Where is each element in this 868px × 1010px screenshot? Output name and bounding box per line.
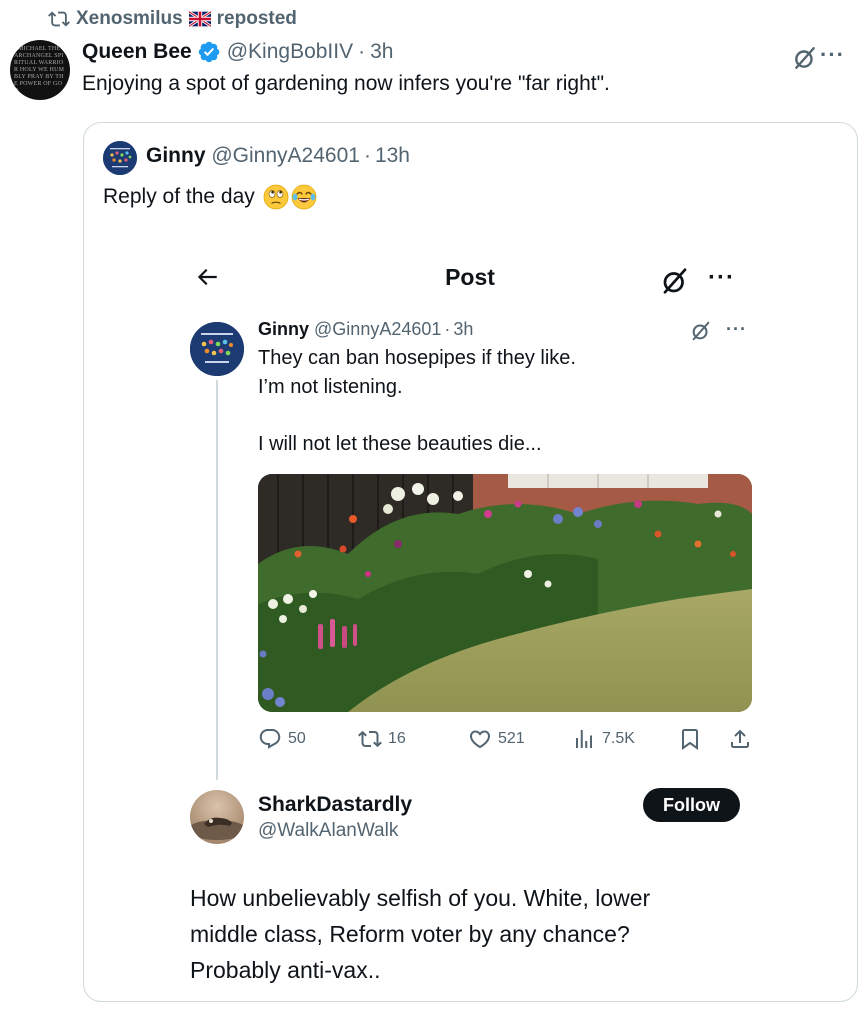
repost-user[interactable]: Xenosmilus [76,8,183,30]
rolling-eyes-emoji-icon [263,184,289,210]
quoted-author-handle[interactable]: @GinnyA24601 [211,144,360,167]
repost-action[interactable]: 16 [358,727,406,751]
retweet-icon [358,730,382,748]
views-count: 7.5K [602,730,635,747]
main-author-handle[interactable]: @KingBobIIV [227,40,353,64]
uk-flag-icon [188,10,211,28]
laughing-tears-emoji-icon [291,184,317,210]
main-author-name[interactable]: Queen Bee [82,40,192,64]
like-count: 521 [498,730,525,747]
quoted-post-text-row: Reply of the day [103,184,317,210]
inner-author-name[interactable]: Ginny [258,319,309,339]
inner-post-line-2: I’m not listening. [258,376,403,398]
garden-photo-art [258,474,752,712]
reply-icon [259,729,281,749]
main-post-text: Enjoying a spot of gardening now infers … [82,72,610,95]
views-chart-icon [576,730,592,748]
embedded-grok-icon[interactable] [660,266,690,296]
verified-badge-icon [198,41,219,63]
thread-connector-line [216,380,218,780]
reply-text-line-3: Probably anti-vax.. [190,957,381,983]
repost-count: 16 [388,730,406,747]
quoted-post-text: Reply of the day [103,185,255,208]
main-avatar-text: I MICHAEL THE ARCHANGEL SPIRITUAL WARRIO… [14,46,65,94]
main-post-header: Queen Bee @KingBobIIV · 3h [82,40,393,64]
reply-action[interactable]: 50 [258,727,306,751]
inner-post-line-3: I will not let these beauties die... [258,433,542,455]
inner-avatar-art [190,322,244,376]
main-more-icon[interactable]: ··· [820,44,845,66]
post-action-bar: 50 16 521 7.5K [258,727,752,755]
inner-timestamp[interactable]: 3h [453,319,473,339]
grok-icon[interactable] [792,45,818,71]
inner-post-avatar[interactable] [190,322,244,376]
main-separator: · [358,40,366,63]
main-timestamp[interactable]: 3h [370,40,393,64]
inner-separator: · [444,319,451,339]
inner-post-line-1: They can ban hosepipes if they like. [258,347,576,369]
garden-photo[interactable] [258,474,752,712]
reply-count: 50 [288,730,306,747]
inner-grok-icon[interactable] [690,320,712,342]
inner-more-icon[interactable]: ··· [726,320,747,338]
quoted-timestamp[interactable]: 13h [375,144,410,167]
heart-icon [469,730,491,749]
follow-button[interactable]: Follow [643,788,740,822]
quoted-author-name[interactable]: Ginny [146,144,206,167]
inner-author-handle[interactable]: @GinnyA24601 [314,319,441,339]
share-icon[interactable] [728,727,752,751]
quoted-avatar[interactable] [103,141,137,175]
embedded-more-icon[interactable]: ··· [708,266,735,290]
main-avatar[interactable]: I MICHAEL THE ARCHANGEL SPIRITUAL WARRIO… [10,40,70,100]
repost-icon [48,11,70,27]
reply-text-line-1: How unbelievably selfish of you. White, … [190,885,651,911]
repost-label: reposted [216,8,297,29]
quoted-separator: · [363,144,371,167]
repost-indicator: Xenosmilus reposted [48,8,297,30]
reply-text-line-2: middle class, Reform voter by any chance… [190,921,630,947]
like-action[interactable]: 521 [468,727,525,751]
quoted-post-header: Ginny @GinnyA24601 · 13h [146,144,410,168]
reply-author-handle[interactable]: @WalkAlanWalk [258,820,398,842]
quoted-avatar-art [103,141,137,175]
inner-post-header: Ginny @GinnyA24601 · 3h [258,319,473,340]
bookmark-icon[interactable] [678,727,702,751]
reply-author-avatar[interactable] [190,790,244,844]
views-action[interactable]: 7.5K [572,727,635,751]
reply-avatar-art [190,790,244,844]
reply-author-name[interactable]: SharkDastardly [258,793,412,817]
